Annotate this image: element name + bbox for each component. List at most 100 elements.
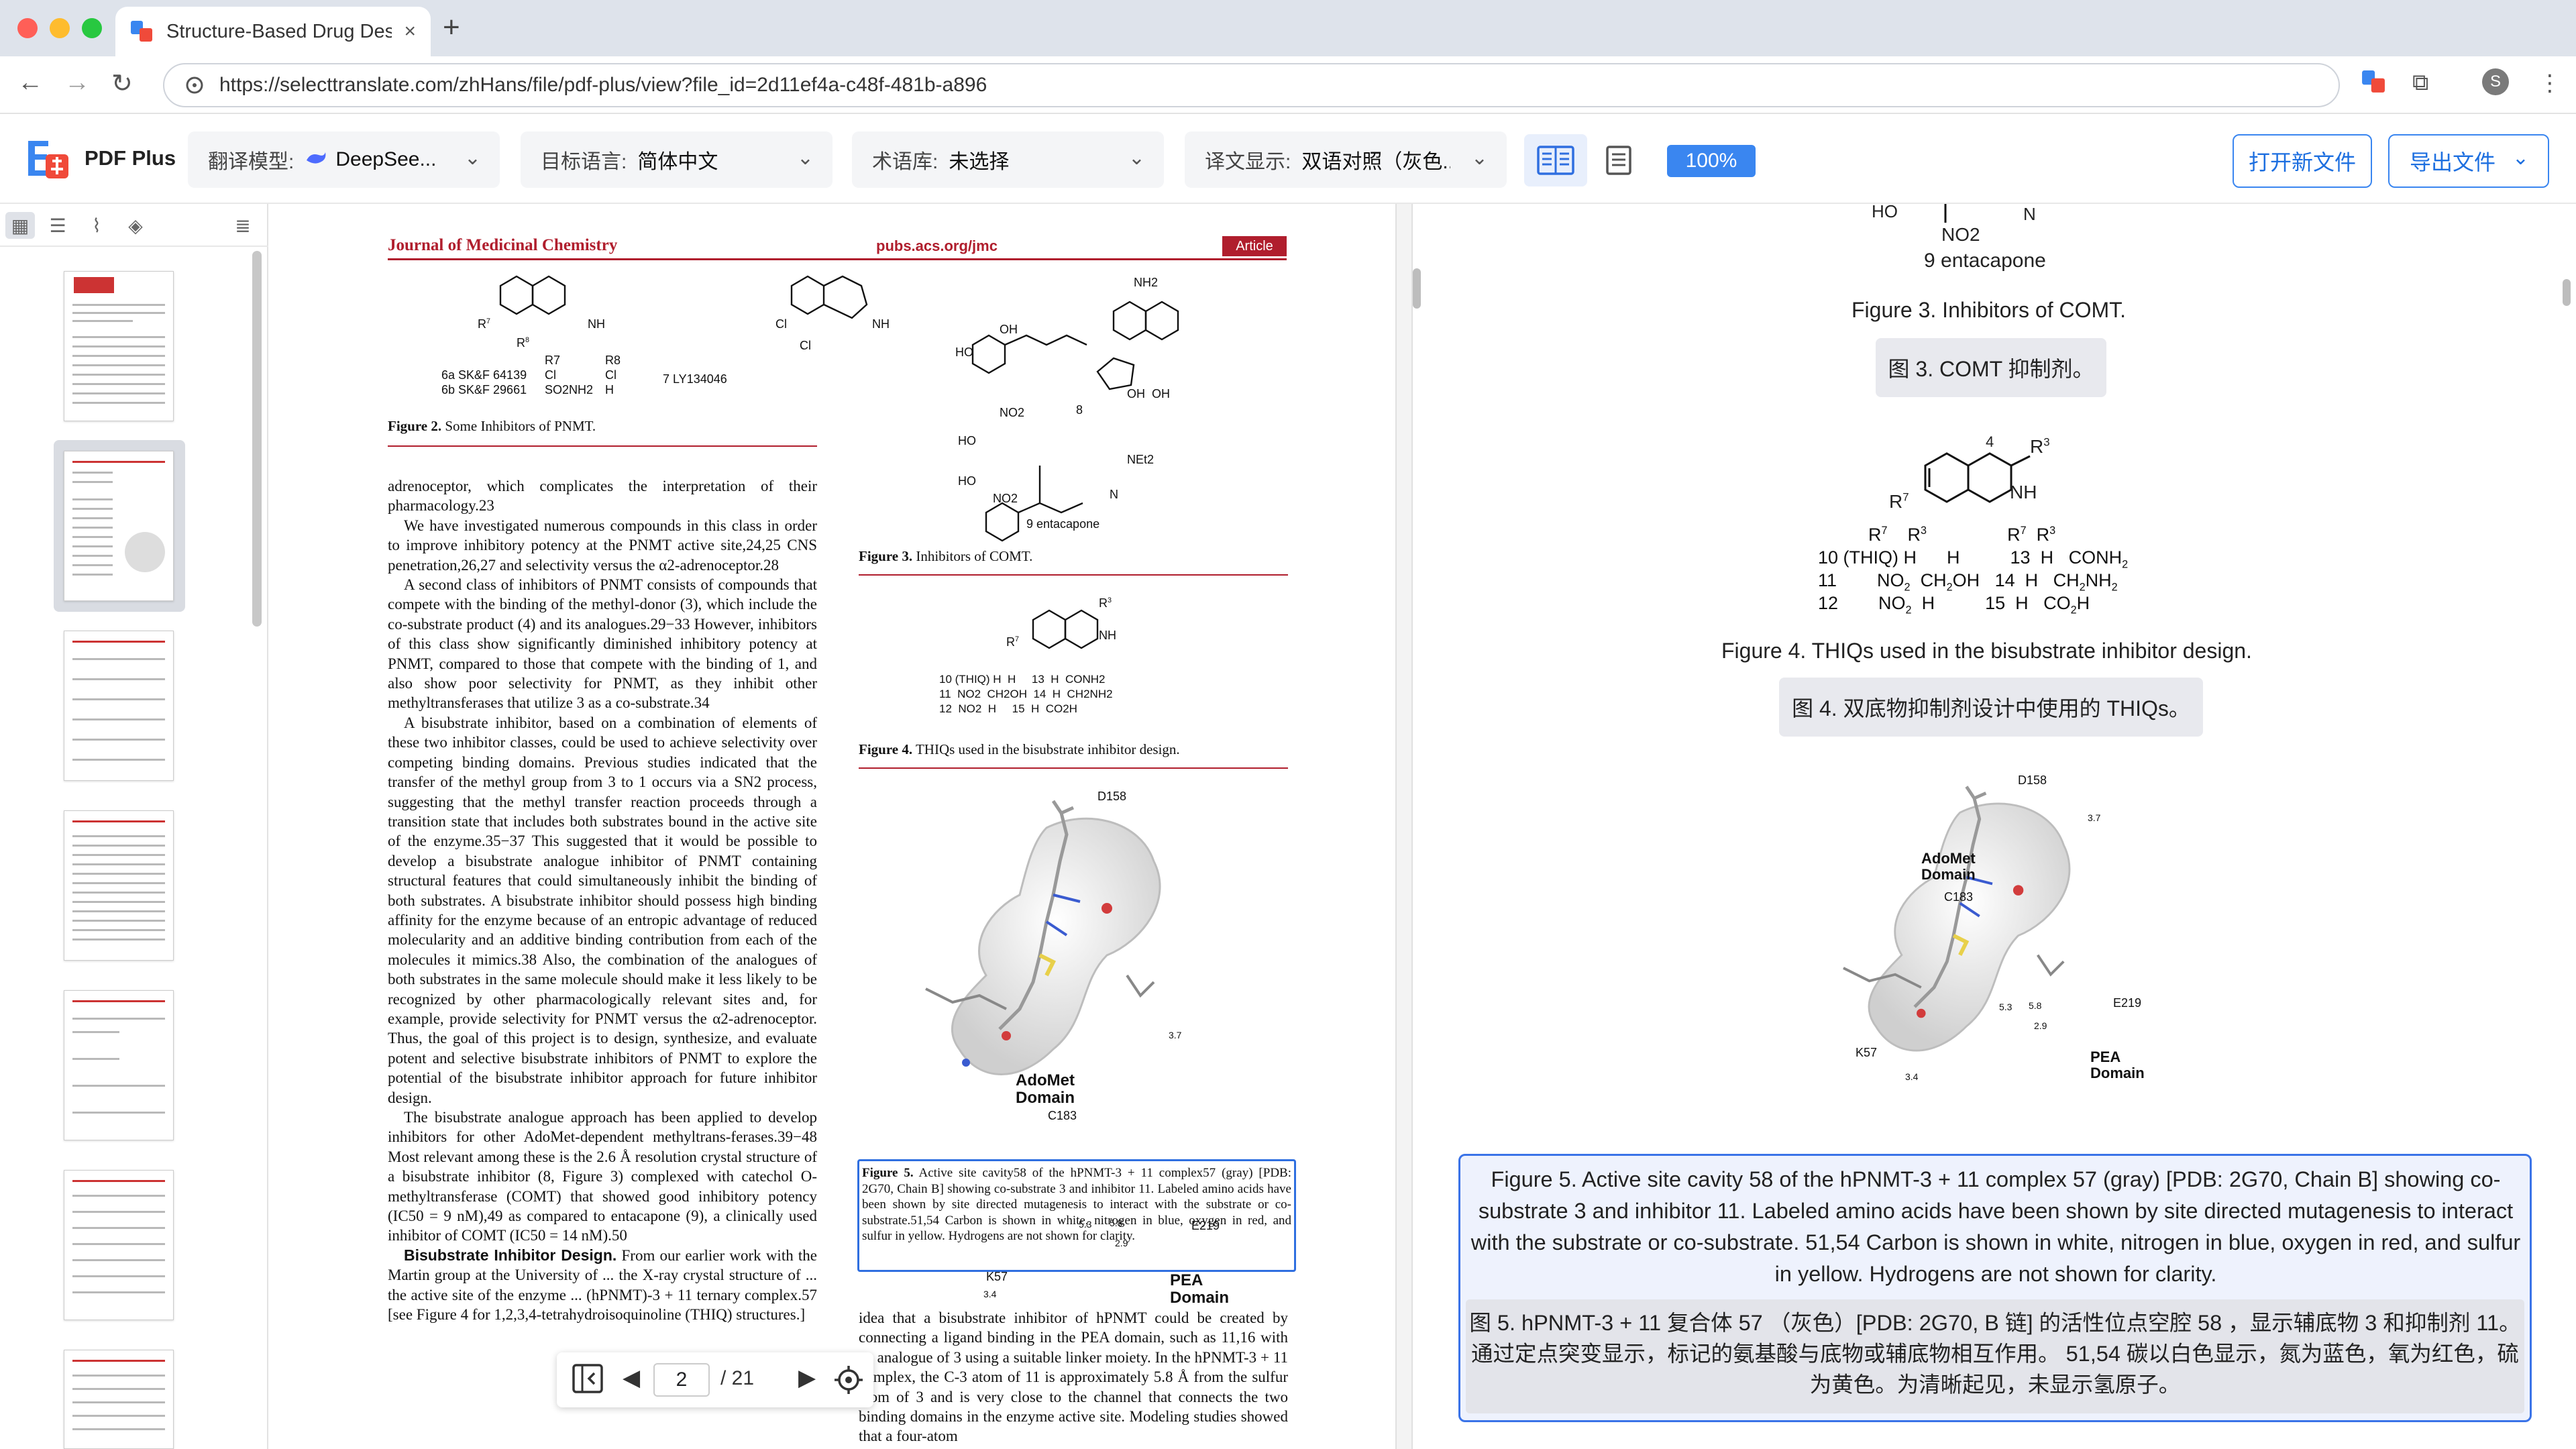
attachment-icon[interactable]: ⌇ <box>82 212 111 239</box>
reload-icon[interactable]: ↻ <box>111 68 133 99</box>
tr-fig5-block-highlighted[interactable]: Figure 5. Active site cavity 58 of the h… <box>1458 1154 2532 1422</box>
fig4-nh: NH <box>1099 629 1116 642</box>
side-by-side-view-button[interactable] <box>1524 134 1587 186</box>
fig2-r8-label: R8 <box>517 336 530 350</box>
sidebar-menu-icon[interactable]: ≣ <box>228 212 258 239</box>
fig4-label: Figure 4. <box>859 741 913 757</box>
tr-fig5-dist-4: 2.9 <box>2034 1020 2047 1031</box>
thumb-line <box>72 1415 165 1417</box>
tr-fig5-dist-3: 5.8 <box>2029 1000 2042 1011</box>
export-label: 导出文件 <box>2410 150 2496 174</box>
zoom-level-button[interactable]: 100% <box>1667 145 1756 177</box>
fig3-cn: N <box>1110 488 1118 501</box>
thumb-line <box>72 641 165 643</box>
maximize-window-icon[interactable] <box>82 18 102 38</box>
locate-icon[interactable] <box>833 1364 864 1401</box>
fig5-c183: C183 <box>1048 1109 1077 1122</box>
glossary-select[interactable]: 术语库: 未选择 ⌄ <box>852 131 1164 188</box>
thumb-line <box>72 383 165 385</box>
tr-fig4-nh: NH <box>2010 482 2037 502</box>
back-icon[interactable]: ← <box>17 68 43 97</box>
thumb-line <box>72 1243 165 1245</box>
journal-title: Journal of Medicinal Chemistry <box>388 236 618 254</box>
browser-tab[interactable]: Structure-Based Drug Design × <box>115 7 431 56</box>
browser-menu-icon[interactable]: ⋮ <box>2538 70 2561 97</box>
sidebar-scrollbar[interactable] <box>252 251 262 627</box>
close-window-icon[interactable] <box>17 18 38 38</box>
page-thumbnail-2[interactable] <box>64 451 174 601</box>
export-file-button[interactable]: 导出文件 ⌄ <box>2388 134 2549 188</box>
thumb-line <box>72 1375 165 1377</box>
thumb-line <box>72 320 133 322</box>
fig2-label: Figure 2. <box>388 418 442 434</box>
next-page-icon[interactable]: ▶ <box>798 1364 816 1391</box>
previous-page-icon[interactable]: ◀ <box>623 1364 640 1391</box>
target-language-select[interactable]: 目标语言: 简体中文 ⌄ <box>521 131 833 188</box>
thumb-line <box>72 402 165 404</box>
tab-close-icon[interactable]: × <box>404 20 416 43</box>
paragraph: The bisubstrate analogue approach has be… <box>388 1109 817 1244</box>
thumb-line <box>72 910 165 912</box>
tr-fig5-e219: E219 <box>2113 996 2142 1010</box>
single-view-button[interactable] <box>1587 134 1650 186</box>
layers-icon[interactable]: ◈ <box>121 212 150 239</box>
fig3-net2: NEt2 <box>1127 453 1155 466</box>
fig2-col-r7: R7 <box>545 354 561 367</box>
original-pane-scrollbar[interactable] <box>1413 268 1421 309</box>
translate-extension-icon[interactable] <box>2361 70 2385 100</box>
selecttranslate-favicon-icon <box>130 20 153 43</box>
journal-url[interactable]: pubs.acs.org/jmc <box>876 237 998 255</box>
pdf-plus-logo-icon <box>25 137 71 181</box>
display-mode-select[interactable]: 译文显示: 双语对照（灰色... ⌄ <box>1185 131 1507 188</box>
page-thumbnail-4[interactable] <box>64 810 174 961</box>
pane-divider[interactable] <box>1395 204 1413 1449</box>
outline-list-icon[interactable]: ☰ <box>43 212 72 239</box>
thumb-line <box>72 739 165 741</box>
thumb-line <box>72 863 165 865</box>
page-thumbnail-7[interactable] <box>64 1350 174 1449</box>
fig2-cl2: Cl <box>800 339 811 352</box>
extensions-icon[interactable]: ⧉ <box>2412 70 2428 96</box>
figure-5-caption-highlighted[interactable]: Figure 5. Active site cavity58 of the hP… <box>857 1159 1296 1272</box>
translation-model-select[interactable]: 翻译模型: DeepSee... ⌄ <box>188 131 500 188</box>
open-new-file-button[interactable]: 打开新文件 <box>2233 134 2372 188</box>
profile-avatar[interactable]: S <box>2482 68 2509 95</box>
tr-fig5-zh: 图 5. hPNMT-3 + 11 复合体 57 （灰色）[PDB: 2G70,… <box>1466 1299 2524 1413</box>
page-thumbnail-6[interactable] <box>64 1170 174 1320</box>
page-thumbnail-3[interactable] <box>64 631 174 781</box>
glossary-value: 未选择 <box>949 151 1010 173</box>
fig5-label: Figure 5. <box>862 1166 914 1180</box>
left-column-text: adrenoceptor, which complicates the inte… <box>388 476 817 1348</box>
fig2-r7-label: R7 <box>478 317 491 331</box>
thumb-line <box>72 1275 165 1277</box>
address-bar-row: ← → ↻ https://selecttranslate.com/zhHans… <box>0 56 2576 114</box>
chevron-down-icon: ⌄ <box>2512 147 2529 169</box>
toggle-sidebar-icon[interactable] <box>572 1363 604 1400</box>
thumb-line <box>72 364 165 366</box>
document-viewer: Journal of Medicinal Chemistry pubs.acs.… <box>268 201 2576 1449</box>
minimize-window-icon[interactable] <box>50 18 70 38</box>
fig2-row-6b: 6b SK&F 29661 <box>441 383 527 396</box>
grid-view-icon[interactable]: ▦ <box>5 212 35 239</box>
thumb-line <box>72 1401 165 1403</box>
thumb-line <box>72 759 165 761</box>
page-number-input[interactable]: 2 <box>653 1363 710 1397</box>
new-tab-button[interactable]: + <box>443 11 460 44</box>
figure-4-caption: Figure 4. THIQs used in the bisubstrate … <box>859 741 1180 758</box>
display-value: 双语对照（灰色... <box>1301 151 1451 173</box>
site-info-icon[interactable] <box>184 75 205 95</box>
right-column-text: idea that a bisubstrate inhibitor of hPN… <box>859 1308 1288 1449</box>
thumb-line <box>72 1112 165 1114</box>
translation-pane-scrollbar[interactable] <box>2563 279 2571 306</box>
figure-4-structure <box>1032 609 1099 649</box>
fig2-6a-r8: Cl <box>605 368 616 382</box>
forward-icon[interactable]: → <box>64 68 90 97</box>
figure-3-caption: Figure 3. Inhibitors of COMT. <box>859 547 1032 565</box>
page-thumbnail-5[interactable] <box>64 990 174 1140</box>
page-thumbnail-1[interactable] <box>64 271 174 421</box>
paragraph: idea that a bisubstrate inhibitor of hPN… <box>859 1309 1288 1445</box>
url-input[interactable]: https://selecttranslate.com/zhHans/file/… <box>163 63 2340 107</box>
thumb-line <box>72 564 113 566</box>
document-view-icon <box>1606 146 1631 175</box>
fig2-6b-r7: SO2NH2 <box>545 383 594 396</box>
